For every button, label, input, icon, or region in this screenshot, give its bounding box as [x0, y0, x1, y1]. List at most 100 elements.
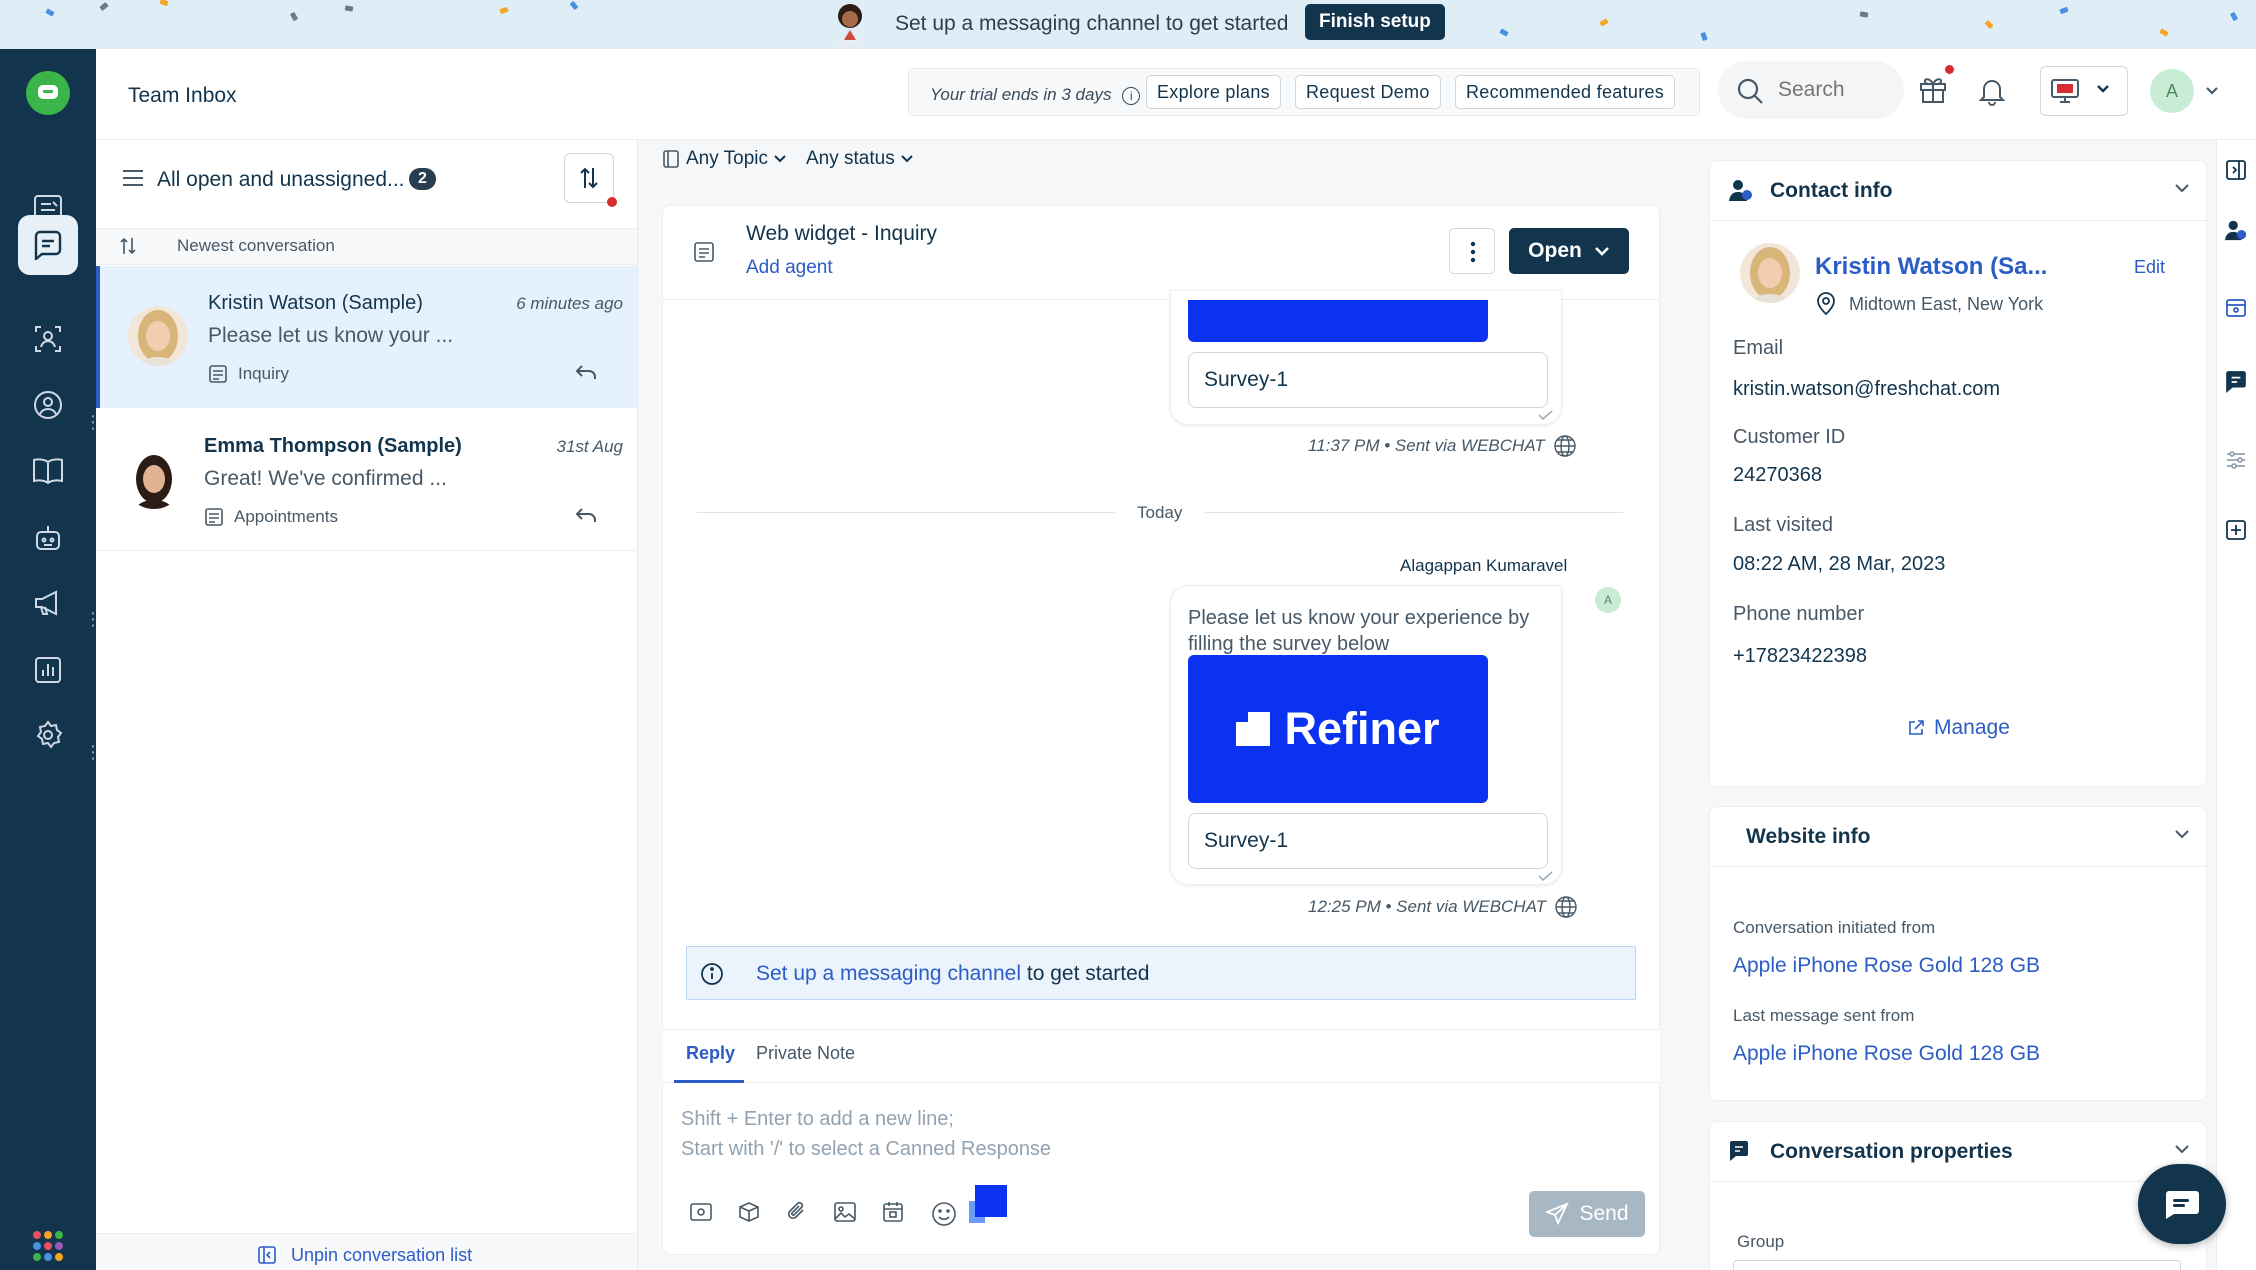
- topic-filter-label: Any Topic: [686, 148, 769, 169]
- unpin-conversation-list-link[interactable]: Unpin conversation list: [291, 1245, 472, 1266]
- confetti: [159, 0, 169, 7]
- edit-contact-link[interactable]: Edit: [2134, 257, 2165, 278]
- confetti: [499, 6, 509, 15]
- tab-private-note[interactable]: Private Note: [756, 1043, 855, 1064]
- send-button[interactable]: Send: [1529, 1191, 1645, 1237]
- app-switcher-icon[interactable]: [33, 1231, 63, 1261]
- freshchat-logo-icon[interactable]: [26, 71, 70, 115]
- phone-value: +17823422398: [1733, 645, 1868, 667]
- topic-label: Appointments: [234, 507, 338, 526]
- chevron-down-icon[interactable]: [2174, 829, 2190, 839]
- reply-arrow-icon: [575, 507, 597, 523]
- customer-id-label: Customer ID: [1733, 426, 1846, 448]
- contact-avatar: [1740, 243, 1800, 303]
- recommended-features-button[interactable]: Recommended features: [1455, 75, 1676, 109]
- page-title: Team Inbox: [128, 84, 237, 107]
- tab-reply[interactable]: Reply: [686, 1043, 735, 1064]
- collapse-panel-icon[interactable]: [2224, 158, 2248, 182]
- confetti: [45, 8, 55, 17]
- contact-name: Emma Thompson (Sample): [204, 435, 462, 457]
- last-visited-label: Last visited: [1733, 514, 1834, 536]
- chevron-down-icon[interactable]: [2174, 183, 2190, 193]
- status-filter-dropdown[interactable]: Any status: [806, 148, 913, 170]
- more-dots-icon[interactable]: ⋮: [84, 413, 102, 431]
- hamburger-menu-icon[interactable]: [122, 169, 144, 187]
- user-avatar[interactable]: A: [2150, 69, 2194, 113]
- survey-button[interactable]: Survey-1: [1188, 813, 1548, 869]
- knowledge-base-icon[interactable]: [18, 441, 78, 501]
- image-icon[interactable]: [831, 1198, 859, 1226]
- external-link-icon: [1907, 719, 1925, 737]
- confetti: [2159, 28, 2169, 37]
- website-info-icon[interactable]: [2224, 296, 2248, 320]
- manage-contact-link[interactable]: Manage: [1934, 716, 2010, 740]
- search-icon: [1736, 77, 1764, 105]
- settings-gear-icon[interactable]: [18, 705, 78, 765]
- contact-person-icon: [1728, 177, 1754, 203]
- topic-icon: [205, 508, 223, 526]
- gift-icon[interactable]: [1918, 74, 1948, 104]
- confetti: [1700, 31, 1708, 42]
- refiner-brand-text: Refiner: [1284, 703, 1440, 754]
- confetti: [289, 11, 299, 22]
- contact-person-icon[interactable]: [2224, 218, 2248, 242]
- chevron-down-icon[interactable]: [2205, 86, 2219, 96]
- contacts-icon[interactable]: [18, 375, 78, 435]
- campaigns-megaphone-icon[interactable]: [18, 573, 78, 633]
- contacts-segment-icon[interactable]: [18, 309, 78, 369]
- canned-response-icon[interactable]: [687, 1198, 715, 1226]
- refiner-app-icon[interactable]: [969, 1185, 1007, 1223]
- more-options-button[interactable]: [1449, 228, 1495, 274]
- trial-text-label: Your trial ends in 3 days: [930, 85, 1112, 104]
- chevron-down-icon: [2096, 84, 2110, 94]
- agent-name: Alagappan Kumaravel: [1400, 556, 1568, 575]
- conversation-properties-icon[interactable]: [2224, 370, 2248, 394]
- finish-setup-button[interactable]: Finish setup: [1305, 4, 1445, 40]
- last-message-from-value[interactable]: Apple iPhone Rose Gold 128 GB: [1733, 1042, 2040, 1066]
- add-agent-link[interactable]: Add agent: [746, 257, 833, 279]
- sort-button[interactable]: [564, 153, 614, 203]
- topic-filter-dropdown[interactable]: Any Topic: [662, 148, 786, 170]
- initiated-from-value[interactable]: Apple iPhone Rose Gold 128 GB: [1733, 954, 2040, 978]
- request-demo-button[interactable]: Request Demo: [1295, 75, 1441, 109]
- inbox-icon[interactable]: [18, 215, 78, 275]
- bell-icon[interactable]: [1978, 76, 2006, 106]
- add-app-icon[interactable]: [2224, 518, 2248, 542]
- conversation-properties-header[interactable]: Conversation properties: [1710, 1122, 2206, 1182]
- website-info-header[interactable]: Website info: [1710, 807, 2206, 867]
- compose-placeholder[interactable]: Shift + Enter to add a new line; Start w…: [681, 1104, 1051, 1164]
- globe-icon: [1555, 896, 1577, 918]
- contact-name-link[interactable]: Kristin Watson (Sa...: [1815, 253, 2047, 281]
- message-meta-text: 12:25 PM • Sent via WEBCHAT: [1308, 897, 1547, 916]
- group-select[interactable]: [1733, 1260, 2181, 1270]
- chevron-down-icon[interactable]: [2174, 1144, 2190, 1154]
- explore-plans-button[interactable]: Explore plans: [1146, 75, 1281, 109]
- more-dots-icon[interactable]: ⋮: [84, 743, 102, 761]
- conversation-count-badge: 2: [409, 168, 436, 190]
- conversation-item[interactable]: Emma Thompson (Sample) 31st Aug Great! W…: [96, 409, 637, 551]
- status-open-button[interactable]: Open: [1509, 228, 1629, 274]
- attachment-icon[interactable]: [783, 1198, 811, 1226]
- bot-icon[interactable]: [18, 508, 78, 568]
- solution-article-icon[interactable]: [735, 1198, 763, 1226]
- setup-channel-link[interactable]: Set up a messaging channel: [756, 962, 1021, 985]
- calendar-icon[interactable]: [879, 1198, 907, 1226]
- analytics-icon[interactable]: [18, 640, 78, 700]
- conversation-item[interactable]: Kristin Watson (Sample) 6 minutes ago Pl…: [96, 266, 637, 408]
- search-input[interactable]: [1778, 76, 1898, 104]
- emoji-icon[interactable]: [930, 1200, 958, 1228]
- confetti: [1499, 28, 1509, 37]
- confetti: [569, 0, 579, 11]
- active-tab-underline: [674, 1080, 744, 1083]
- refiner-survey-card[interactable]: Refiner: [1188, 655, 1488, 803]
- view-filter-title[interactable]: All open and unassigned...: [157, 168, 405, 192]
- chat-launcher-button[interactable]: [2138, 1164, 2226, 1244]
- info-icon[interactable]: i: [1122, 86, 1141, 105]
- contact-info-header[interactable]: Contact info: [1710, 161, 2206, 221]
- more-dots-icon[interactable]: ⋮: [84, 610, 102, 628]
- initiated-from-label: Conversation initiated from: [1733, 918, 1936, 937]
- survey-button[interactable]: Survey-1: [1188, 352, 1548, 408]
- unpin-icon[interactable]: [257, 1245, 277, 1265]
- sliders-icon[interactable]: [2224, 448, 2248, 472]
- topic-tag: Inquiry: [208, 364, 289, 384]
